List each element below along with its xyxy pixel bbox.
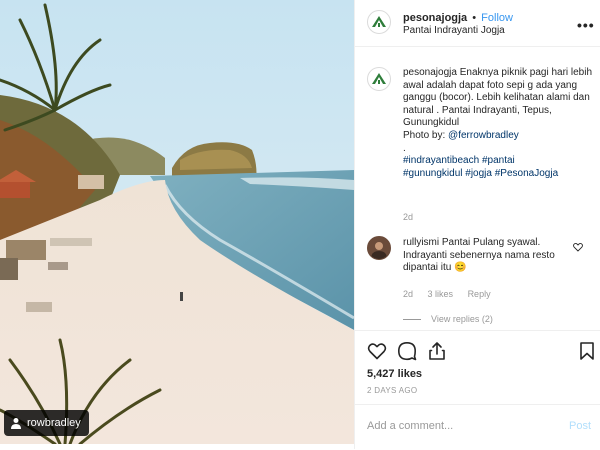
person-icon xyxy=(11,418,21,429)
hashtags-line-2[interactable]: #gunungkidul #jogja #PesonaJogja xyxy=(403,168,558,179)
avatar[interactable] xyxy=(367,10,391,34)
follow-button[interactable]: Follow xyxy=(481,12,513,24)
comment-bubble-icon[interactable] xyxy=(397,341,417,361)
comment: rullyismi Pantai Pulang syawal. Indrayan… xyxy=(403,237,573,275)
comment-meta: 2d 3 likes Reply xyxy=(403,289,503,299)
header-separator: • xyxy=(472,12,477,24)
credit-link[interactable]: @ferrowbradley xyxy=(448,130,519,141)
like-heart-icon[interactable] xyxy=(367,341,387,361)
tagged-user-label[interactable]: rowbradley xyxy=(4,410,89,436)
actions-divider xyxy=(355,330,600,331)
view-replies-button[interactable]: View replies (2) xyxy=(403,314,493,324)
post-sidebar: pesonajogja • Follow Pantai Indrayanti J… xyxy=(354,0,600,449)
reply-button[interactable]: Reply xyxy=(468,289,491,299)
post-timestamp[interactable]: 2 DAYS AGO xyxy=(367,386,417,395)
header-username[interactable]: pesonajogja xyxy=(403,12,467,24)
view-replies-label: View replies (2) xyxy=(431,314,493,324)
like-comment-heart-icon[interactable] xyxy=(573,242,583,252)
commenter-avatar[interactable] xyxy=(367,236,391,260)
more-icon[interactable]: ••• xyxy=(577,17,595,33)
replies-divider xyxy=(403,319,421,321)
post-caption: pesonajogja Enaknya piknik pagi hari leb… xyxy=(403,67,593,180)
caption-time[interactable]: 2d xyxy=(403,212,413,222)
header-user-line: pesonajogja • Follow xyxy=(403,12,513,24)
comment-input[interactable] xyxy=(367,420,547,432)
commenter-photo-icon xyxy=(371,242,387,259)
brand-logo-icon xyxy=(372,73,386,84)
caption-username[interactable]: pesonajogja xyxy=(403,67,457,78)
comment-likes[interactable]: 3 likes xyxy=(428,289,454,299)
commenter-username[interactable]: rullyismi xyxy=(403,237,439,248)
brand-logo-icon xyxy=(372,16,386,27)
post-photo[interactable]: rowbradley xyxy=(0,0,354,444)
location-link[interactable]: Pantai Indrayanti Jogja xyxy=(403,25,505,36)
caption-dot: . xyxy=(403,142,406,154)
hashtags-line-1[interactable]: #indrayantibeach #pantai xyxy=(403,155,515,166)
beach-image xyxy=(0,0,354,444)
instagram-post: rowbradley pesonajogja • Follow Pantai I… xyxy=(0,0,600,449)
tagged-user-name: rowbradley xyxy=(27,417,81,429)
caption-avatar[interactable] xyxy=(367,67,391,91)
comment-time[interactable]: 2d xyxy=(403,289,413,299)
post-header: pesonajogja • Follow Pantai Indrayanti J… xyxy=(355,0,600,47)
photo-by-label: Photo by: xyxy=(403,129,446,141)
post-comment-button[interactable]: Post xyxy=(569,420,591,432)
bookmark-icon[interactable] xyxy=(577,341,597,361)
comment-form: Post xyxy=(355,404,600,450)
share-icon[interactable] xyxy=(427,341,447,361)
likes-count[interactable]: 5,427 likes xyxy=(367,368,422,380)
